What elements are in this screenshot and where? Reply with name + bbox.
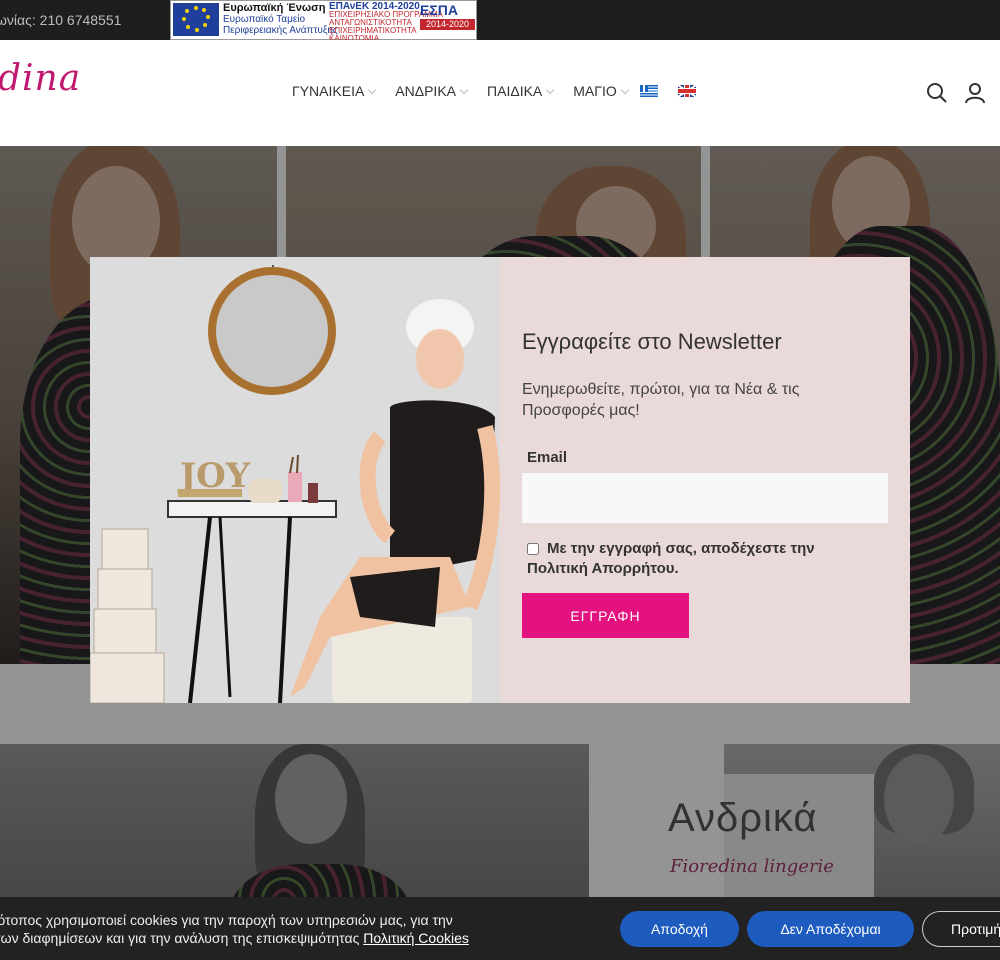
eu-text: Ευρωπαϊκή Ένωση Ευρωπαϊκό Ταμείο Περιφερ… [223,2,338,37]
decline-cookies-button[interactable]: Δεν Αποδέχομαι [747,911,914,947]
greek-flag-icon[interactable] [640,85,658,97]
email-input[interactable] [522,473,888,523]
cookie-text: τότοπος χρησιμοποιεί cookies για την παρ… [0,912,469,946]
privacy-consent-text: Με την εγγραφή σας, αποδέχεστε την Πολιτ… [527,540,815,577]
user-icon[interactable] [964,82,986,104]
chevron-down-icon [368,85,377,95]
privacy-consent[interactable]: Με την εγγραφή σας, αποδέχεστε την Πολιτ… [527,539,857,579]
eu-flag-icon [173,3,219,36]
chevron-down-icon [459,85,469,95]
cookie-preferences-button[interactable]: Προτιμήσεις [922,911,1000,947]
uk-flag-icon[interactable] [678,85,696,97]
cookie-policy-link[interactable]: Πολιτική Cookies [363,930,469,946]
newsletter-form: Εγγραφείτε στο Newsletter Ενημερωθείτε, … [522,257,890,703]
email-label: Email [527,449,568,466]
site-header: dina ΓΥΝΑΙΚΕΙΑ ΑΝΔΡΙΚΑ ΠΑΙΔΙΚΑ ΜΑΓΙΟ [0,40,1000,146]
privacy-consent-checkbox[interactable] [527,543,539,556]
top-bar: ωνίας: 210 6748551 Ευρωπαϊκή Ένωση Ευρωπ… [0,0,1000,43]
popup-image: JOY [90,257,500,703]
search-icon[interactable] [926,82,948,104]
subscribe-button[interactable]: ΕΓΓΡΑΦΗ [522,593,689,638]
newsletter-title: Εγγραφείτε στο Newsletter [522,329,782,354]
chevron-down-icon [546,85,555,95]
newsletter-subtitle: Ενημερωθείτε, πρώτοι, για τα Νέα & τις Π… [522,381,800,419]
nav-item-swimwear[interactable]: ΜΑΓΙΟ [573,83,630,99]
contact-phone: ωνίας: 210 6748551 [0,12,122,28]
site-logo[interactable]: dina [0,58,81,99]
accept-cookies-button[interactable]: Αποδοχή [620,911,739,947]
espa-banner[interactable]: Ευρωπαϊκή Ένωση Ευρωπαϊκό Ταμείο Περιφερ… [170,0,477,43]
chevron-down-icon [620,85,630,95]
cookie-banner: τότοπος χρησιμοποιεί cookies για την παρ… [0,897,1000,960]
main-nav: ΓΥΝΑΙΚΕΙΑ ΑΝΔΡΙΚΑ ΠΑΙΔΙΚΑ ΜΑΓΙΟ [292,83,648,99]
espa-logo: ΕΣΠΑ 2014-2020 [420,2,475,38]
nav-item-men[interactable]: ΑΝΔΡΙΚΑ [395,83,469,99]
newsletter-popup: JOY Εγγραφείτε στο Newsletter Ενημερωθεί… [90,257,910,703]
nav-item-women[interactable]: ΓΥΝΑΙΚΕΙΑ [292,83,377,99]
nav-item-kids[interactable]: ΠΑΙΔΙΚΑ [487,83,555,99]
model-illustration: JOY [90,257,500,703]
